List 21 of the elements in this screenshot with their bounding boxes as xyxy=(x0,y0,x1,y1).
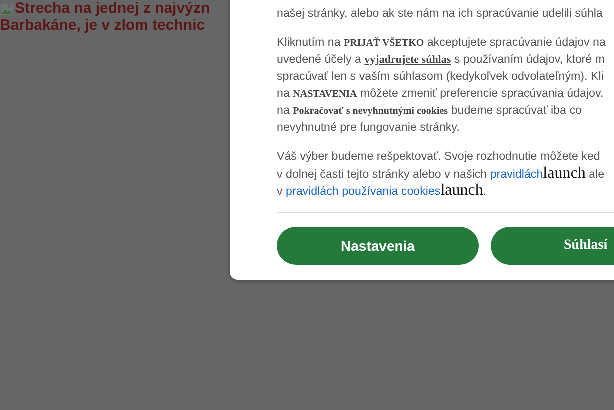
launch-text: launch xyxy=(543,165,586,182)
body-text: Váš výber budeme rešpektovať. Svoje rozhodnutie môžete ked xyxy=(277,149,600,165)
body-text: Kliknutím na PRIJAŤ VŠETKO akceptujete spracúvanie údajov na xyxy=(277,35,606,51)
policy-link[interactable]: pravidlách používania cookies xyxy=(286,183,441,200)
agree-button[interactable]: Súhlasí xyxy=(491,227,614,265)
consent-link[interactable]: vyjadrujete súhlas xyxy=(364,52,452,69)
settings-button[interactable]: Nastavenia xyxy=(277,227,479,265)
body-text: spracúvať len s vaším súhlasom (kedykoľvek odvolateľným). Kli xyxy=(277,69,604,85)
body-text: na Pokračovať s nevyhnutnými cookies budeme spracúvať iba co xyxy=(277,103,582,119)
body-text: . xyxy=(483,185,487,200)
body-text: v xyxy=(277,184,284,200)
body-text: na NASTAVENIA môžete zmeniť preferencie spracúvania údajov. xyxy=(277,86,604,102)
broken-image-icon xyxy=(0,2,14,16)
body-text: s používaním údajov, ktoré m xyxy=(453,52,605,68)
body-text: nevyhnutné pre fungovanie stránky. xyxy=(277,120,460,136)
body-text: našej stránky, alebo ak ste nám na ich spracúvanie udelili súhla xyxy=(277,6,603,22)
policy-link[interactable]: pravidlách xyxy=(490,166,544,183)
body-text: uvedené účely a xyxy=(277,52,362,68)
launch-text: launch xyxy=(440,182,484,199)
body-text: ale xyxy=(588,167,605,183)
body-text: v dolnej časti tejto stránky alebo v našich xyxy=(277,167,488,183)
